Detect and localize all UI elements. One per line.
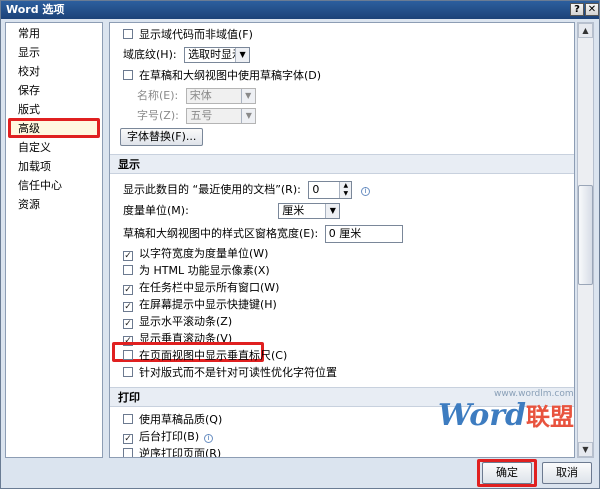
show-field-codes-checkbox[interactable]	[123, 29, 133, 39]
sidebar-item-advanced[interactable]: 高级	[18, 121, 40, 137]
display-section-header: 显示	[110, 154, 574, 174]
draft-font-checkbox[interactable]	[123, 70, 133, 80]
sidebar-item-popular[interactable]: 常用	[18, 26, 40, 42]
field-shading-label: 域底纹(H):	[123, 48, 177, 61]
spin-up-icon[interactable]: ▲	[340, 182, 352, 190]
background-print-label: 后台打印(B)	[139, 430, 200, 443]
html-pixels-label: 为 HTML 功能显示像素(X)	[139, 264, 270, 277]
show-field-codes-option[interactable]: 显示域代码而非域值(F)	[123, 27, 253, 43]
measure-unit-label: 度量单位(M):	[123, 204, 189, 217]
sidebar-item-layout[interactable]: 版式	[18, 102, 40, 118]
layout-optimize-label: 针对版式而不是针对可读性优化字符位置	[139, 366, 337, 379]
draft-font-label: 在草稿和大纲视图中使用草稿字体(D)	[139, 69, 322, 82]
option-draft-quality[interactable]: 使用草稿品质(Q)	[123, 412, 222, 428]
char-width-unit-checkbox[interactable]: ✓	[123, 251, 133, 261]
chevron-down-icon: ▼	[240, 89, 255, 103]
option-taskbar-windows[interactable]: ✓ 在任务栏中显示所有窗口(W)	[123, 280, 279, 296]
sidebar-nav: 常用 显示 校对 保存 版式 高级 自定义 加载项 信任中心 资源	[5, 22, 103, 458]
option-shortcut-keys[interactable]: ✓ 在屏幕提示中显示快捷键(H)	[123, 297, 277, 313]
field-shading-select[interactable]: 选取时显示 ▼	[184, 47, 251, 63]
option-horizontal-scrollbar[interactable]: ✓ 显示水平滚动条(Z)	[123, 314, 232, 330]
sidebar-item-display[interactable]: 显示	[18, 45, 40, 61]
taskbar-windows-checkbox[interactable]: ✓	[123, 285, 133, 295]
style-area-width-value: 0 厘米	[328, 227, 362, 240]
horizontal-scrollbar-label: 显示水平滚动条(Z)	[139, 315, 233, 328]
font-name-row: 名称(E): 宋体 ▼	[137, 88, 256, 104]
font-size-select[interactable]: 五号 ▼	[186, 108, 257, 124]
chevron-down-icon: ▼	[241, 109, 256, 123]
font-size-value: 五号	[190, 109, 213, 122]
window-title: Word 选项	[6, 3, 65, 16]
info-icon[interactable]: i	[204, 434, 214, 443]
recent-docs-value: 0	[312, 183, 320, 196]
style-area-width-input[interactable]: 0 厘米	[324, 225, 403, 243]
help-button[interactable]: ?	[570, 3, 584, 16]
cancel-button[interactable]: 取消	[542, 462, 592, 484]
scroll-down-icon[interactable]: ▼	[578, 442, 593, 457]
recent-docs-row: 显示此数目的 “最近使用的文档”(R): 0 ▲ ▼ i	[123, 181, 370, 199]
measure-unit-value: 厘米	[282, 204, 305, 217]
draft-quality-checkbox[interactable]	[123, 414, 133, 424]
html-pixels-checkbox[interactable]	[123, 265, 133, 275]
vertical-scrollbar[interactable]: ▲ ▼	[577, 22, 594, 458]
shortcut-keys-checkbox[interactable]: ✓	[123, 302, 133, 312]
background-print-checkbox[interactable]: ✓	[123, 434, 133, 444]
field-shading-row: 域底纹(H): 选取时显示 ▼	[123, 47, 251, 63]
ok-button[interactable]: 确定	[482, 462, 532, 484]
sidebar-item-save[interactable]: 保存	[18, 83, 40, 99]
info-icon[interactable]: i	[360, 187, 370, 196]
watermark-logo: www.wordlm.com Word联盟	[438, 389, 578, 439]
vertical-ruler-label: 在页面视图中显示垂直标尺(C)	[139, 349, 288, 362]
measure-unit-select[interactable]: 厘米 ▼	[278, 203, 341, 219]
style-area-width-label: 草稿和大纲视图中的样式区窗格宽度(E):	[123, 227, 319, 240]
option-html-pixels[interactable]: 为 HTML 功能显示像素(X)	[123, 263, 270, 279]
scroll-up-icon[interactable]: ▲	[578, 23, 593, 38]
spin-down-icon[interactable]: ▼	[340, 190, 352, 198]
font-size-row: 字号(Z): 五号 ▼	[137, 108, 257, 124]
taskbar-windows-label: 在任务栏中显示所有窗口(W)	[139, 281, 280, 294]
font-name-label: 名称(E):	[137, 89, 179, 102]
chevron-down-icon: ▼	[325, 204, 340, 218]
font-size-label: 字号(Z):	[137, 109, 179, 122]
font-name-value: 宋体	[189, 89, 212, 102]
sidebar-item-resources[interactable]: 资源	[18, 197, 40, 213]
char-width-unit-label: 以字符宽度为度量单位(W)	[139, 247, 269, 260]
option-reverse-print[interactable]: 逆序打印页面(R)	[123, 446, 222, 458]
option-char-width-unit[interactable]: ✓ 以字符宽度为度量单位(W)	[123, 246, 268, 262]
watermark-word: Word	[438, 398, 527, 433]
sidebar-item-customize[interactable]: 自定义	[18, 140, 51, 156]
show-field-codes-label: 显示域代码而非域值(F)	[139, 28, 253, 41]
watermark-cn: 联盟	[526, 402, 575, 431]
scroll-thumb[interactable]	[578, 185, 593, 285]
font-substitution-button[interactable]: 字体替换(F)...	[120, 128, 204, 146]
measure-unit-row: 度量单位(M): 厘米 ▼	[123, 203, 341, 219]
chevron-down-icon: ▼	[235, 48, 250, 62]
font-name-select[interactable]: 宋体 ▼	[185, 88, 256, 104]
draft-font-option[interactable]: 在草稿和大纲视图中使用草稿字体(D)	[123, 68, 321, 84]
reverse-print-label: 逆序打印页面(R)	[139, 447, 222, 458]
recent-docs-label: 显示此数目的 “最近使用的文档”(R):	[123, 183, 301, 196]
shortcut-keys-label: 在屏幕提示中显示快捷键(H)	[139, 298, 277, 311]
watermark-wordmark: Word联盟	[438, 397, 574, 433]
vertical-ruler-checkbox[interactable]	[123, 350, 133, 360]
style-area-width-row: 草稿和大纲视图中的样式区窗格宽度(E): 0 厘米	[123, 225, 403, 243]
sidebar-item-addins[interactable]: 加载项	[18, 159, 51, 175]
horizontal-scrollbar-checkbox[interactable]: ✓	[123, 319, 133, 329]
recent-docs-stepper[interactable]: 0 ▲ ▼	[308, 181, 353, 199]
word-options-dialog: Word 选项 ? ✕ 常用 显示 校对 保存 版式 高级 自定义 加载项 信任…	[0, 0, 600, 489]
sidebar-item-trust-center[interactable]: 信任中心	[18, 178, 62, 194]
draft-quality-label: 使用草稿品质(Q)	[139, 413, 223, 426]
font-substitution-row: 字体替换(F)...	[120, 128, 204, 146]
spin-control[interactable]: ▲ ▼	[339, 182, 352, 198]
close-button[interactable]: ✕	[585, 3, 599, 16]
option-layout-optimize[interactable]: 针对版式而不是针对可读性优化字符位置	[123, 365, 337, 381]
reverse-print-checkbox[interactable]	[123, 448, 133, 457]
title-bar[interactable]: Word 选项 ? ✕	[1, 1, 599, 19]
option-vertical-ruler[interactable]: 在页面视图中显示垂直标尺(C)	[123, 348, 287, 364]
option-background-print[interactable]: ✓ 后台打印(B) i	[123, 429, 214, 445]
layout-optimize-checkbox[interactable]	[123, 367, 133, 377]
sidebar-item-proofing[interactable]: 校对	[18, 64, 40, 80]
